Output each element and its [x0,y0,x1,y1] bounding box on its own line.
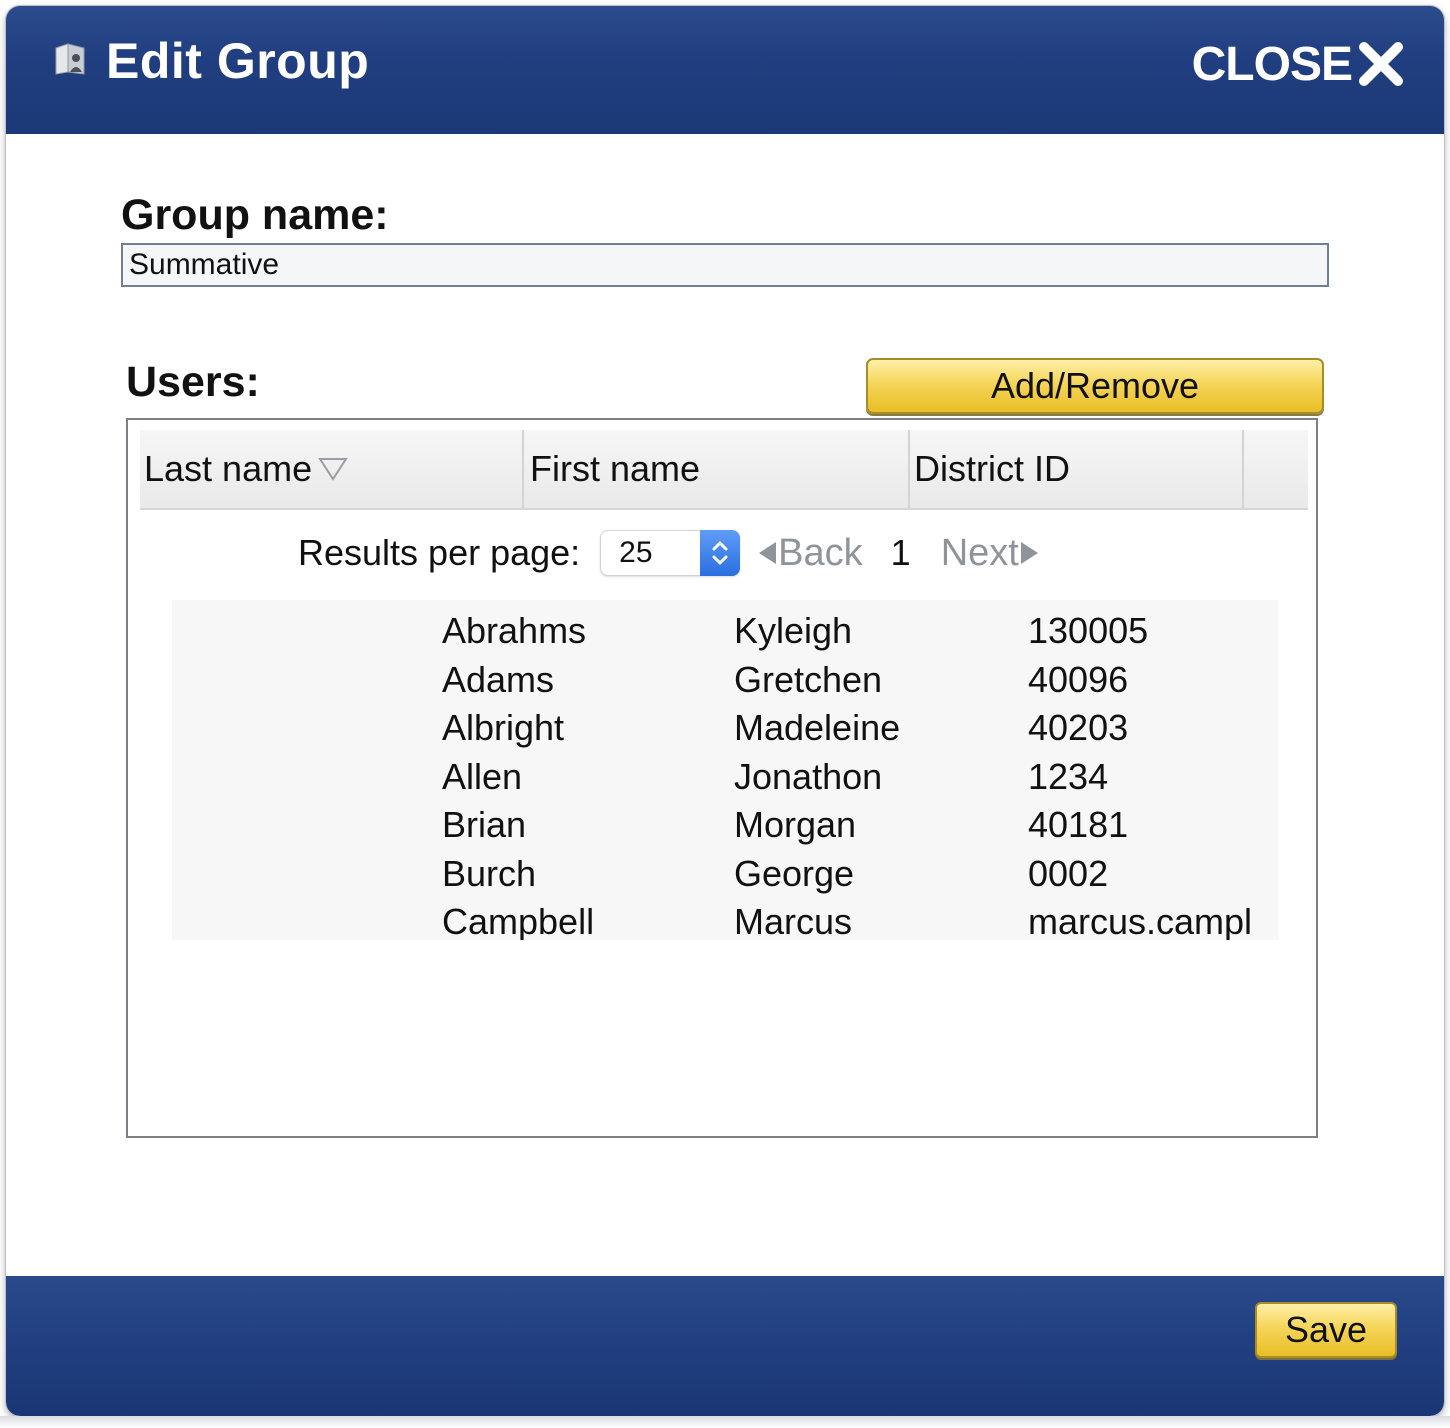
cell-first-name: Kyleigh [734,610,853,651]
cell-district-id: 40181 [1028,804,1129,845]
users-label: Users: [126,358,260,406]
cell-district-id: 40096 [1028,659,1129,700]
cell-district-id: 1234 [1028,756,1109,797]
table-row[interactable]: Albright Madeleine 40203 [172,707,1278,756]
add-remove-button[interactable]: Add/Remove [866,358,1324,414]
triangle-right-icon [1020,542,1038,564]
table-row[interactable]: Adams Gretchen 40096 [172,659,1278,708]
column-header-label: District ID [914,448,1070,489]
cell-last-name: Brian [442,804,527,845]
dialog-titlebar: Edit Group CLOSE [6,6,1444,134]
column-header-blank [1244,430,1308,508]
table-row[interactable]: Abrahms Kyleigh 130005 [172,610,1278,659]
triangle-left-icon [759,542,777,564]
select-updown-icon [700,530,741,576]
cell-first-name: Jonathon [734,756,883,797]
cell-last-name: Albright [442,707,565,748]
sort-descending-icon [318,458,348,481]
next-link[interactable]: Next [941,532,1041,575]
cell-last-name: Burch [442,853,537,894]
group-folder-icon [55,43,85,75]
cell-district-id: 130005 [1028,610,1149,651]
column-header-label: Last name [144,448,313,489]
current-page-number: 1 [890,532,911,573]
pagination-bar: Results per page: 25 Back 1 Next [298,528,1041,578]
back-label: Back [778,531,863,574]
table-header: Last name First name District ID [140,430,1308,510]
close-x-icon [1359,42,1403,86]
dialog-title: Edit Group [106,33,370,89]
table-row[interactable]: Allen Jonathon 1234 [172,756,1278,805]
dialog-footer [6,1276,1444,1416]
cell-district-id: 0002 [1028,853,1109,894]
results-per-page-select[interactable]: 25 [600,530,741,576]
cell-first-name: Marcus [734,901,853,940]
table-row[interactable]: Campbell Marcus marcus.campl [172,901,1278,940]
cell-last-name: Campbell [442,901,595,940]
back-link[interactable]: Back [756,531,863,575]
cell-first-name: Morgan [734,804,857,845]
cell-district-id: 40203 [1028,707,1129,748]
cell-last-name: Allen [442,756,523,797]
cell-first-name: Madeleine [734,707,901,748]
next-label: Next [940,531,1019,574]
cell-district-id: marcus.campl [1028,901,1253,940]
user-rows: Abrahms Kyleigh 130005 Adams Gretchen 40… [172,600,1278,940]
column-header-first-name[interactable]: First name [524,430,910,508]
column-header-last-name[interactable]: Last name [140,430,524,508]
cell-last-name: Abrahms [442,610,587,651]
group-name-input[interactable] [121,243,1329,287]
close-button[interactable]: CLOSE [1192,36,1404,92]
results-per-page-value: 25 [619,536,653,569]
save-button[interactable]: Save [1255,1302,1397,1358]
edit-group-dialog: Edit Group CLOSE Group name: Users: Add/… [6,6,1444,1416]
group-name-label: Group name: [121,191,389,239]
cell-last-name: Adams [442,659,555,700]
users-table: Last name First name District ID Results… [126,418,1318,1138]
cell-first-name: George [734,853,855,894]
close-label: CLOSE [1191,37,1353,91]
table-row[interactable]: Burch George 0002 [172,853,1278,902]
column-header-district-id[interactable]: District ID [910,430,1244,508]
results-per-page-label: Results per page: [298,532,581,573]
column-header-label: First name [530,448,701,489]
cell-first-name: Gretchen [734,659,883,700]
dialog-shadow [0,1416,1450,1428]
table-row[interactable]: Brian Morgan 40181 [172,804,1278,853]
